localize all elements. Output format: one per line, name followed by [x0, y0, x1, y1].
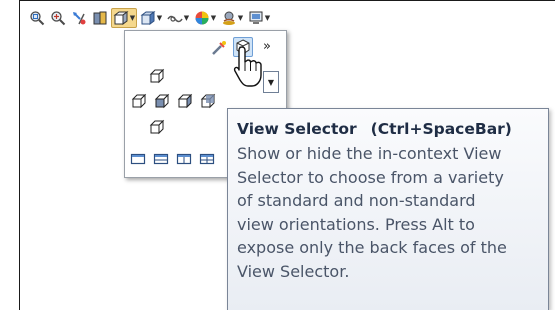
edit-appearance-icon — [195, 11, 209, 25]
tooltip-line: View Selector. — [237, 261, 350, 281]
two-view-horizontal-button[interactable] — [151, 149, 171, 169]
zoom-to-area-icon — [51, 11, 66, 26]
dropdown-arrow-icon: ▼ — [156, 14, 163, 22]
section-view-icon — [93, 11, 107, 25]
four-view-button[interactable] — [197, 149, 217, 169]
view-orientation-button[interactable]: ▼ — [111, 8, 137, 28]
section-view-button[interactable] — [90, 8, 110, 28]
apply-scene-icon — [222, 11, 235, 25]
tooltip-description: Show or hide the in-context View Selecto… — [237, 142, 540, 283]
previous-view-button[interactable] — [69, 8, 89, 28]
view-orientation-icon — [113, 11, 129, 25]
two-view-horizontal-icon — [153, 153, 169, 165]
hide-show-items-button[interactable]: ▼ — [165, 8, 191, 28]
four-view-icon — [199, 153, 215, 165]
dropdown-arrow-icon: ▼ — [237, 14, 244, 22]
tooltip-title: View Selector — [237, 120, 357, 138]
view-settings-button[interactable]: ▼ — [246, 8, 272, 28]
right-view-button[interactable] — [175, 91, 195, 111]
tooltip-line: expose only the back faces of the — [237, 238, 507, 257]
new-view-button[interactable] — [209, 38, 229, 58]
top-view-icon — [149, 68, 165, 84]
edit-appearance-button[interactable]: ▼ — [192, 8, 218, 28]
dropdown-arrow-icon: ▼ — [210, 14, 217, 22]
dropdown-arrow-icon: ▼ — [264, 14, 271, 22]
dropdown-arrow-icon: ▼ — [183, 14, 190, 22]
tooltip-line: view orientations. Press Alt to — [237, 214, 475, 234]
new-view-icon — [212, 41, 226, 55]
bottom-view-icon — [149, 119, 165, 135]
top-view-button[interactable] — [147, 66, 167, 86]
display-style-button[interactable]: ▼ — [138, 8, 164, 28]
zoom-to-fit-button[interactable] — [27, 8, 47, 28]
dropdown-arrow-icon: ▼ — [267, 77, 275, 87]
tooltip-line: of standard and non-standard — [237, 191, 476, 210]
zoom-to-area-button[interactable] — [48, 8, 68, 28]
apply-scene-button[interactable]: ▼ — [219, 8, 245, 28]
tooltip-line: Selector to choose from a variety — [237, 167, 504, 187]
single-view-button[interactable] — [128, 149, 148, 169]
display-style-icon — [140, 11, 156, 25]
left-view-icon — [131, 93, 147, 109]
left-view-button[interactable] — [129, 91, 149, 111]
front-view-button[interactable] — [152, 91, 172, 111]
previous-view-icon — [73, 12, 86, 25]
two-view-vertical-button[interactable] — [174, 149, 194, 169]
front-view-icon — [154, 93, 170, 109]
heads-up-view-toolbar: ▼ ▼ ▼ ▼ ▼ ▼ — [27, 7, 273, 29]
view-selector-tooltip: View Selector (Ctrl+SpaceBar) Show or hid… — [227, 108, 549, 310]
back-view-button[interactable] — [198, 91, 218, 111]
tooltip-shortcut: (Ctrl+SpaceBar) — [370, 120, 512, 138]
hide-show-items-icon — [167, 15, 183, 23]
tooltip-title-row: View Selector (Ctrl+SpaceBar) — [237, 119, 540, 139]
right-view-icon — [177, 93, 193, 109]
bottom-view-button[interactable] — [147, 117, 167, 137]
tooltip-line: Show or hide the in-context View — [237, 144, 502, 163]
mouse-pointer-icon — [233, 46, 262, 87]
dropdown-arrow-icon: ▼ — [129, 14, 136, 22]
zoom-to-fit-icon — [30, 11, 45, 26]
back-view-icon — [200, 93, 216, 109]
single-view-icon — [130, 153, 146, 165]
view-settings-icon — [249, 11, 263, 24]
two-view-vertical-icon — [176, 153, 192, 165]
